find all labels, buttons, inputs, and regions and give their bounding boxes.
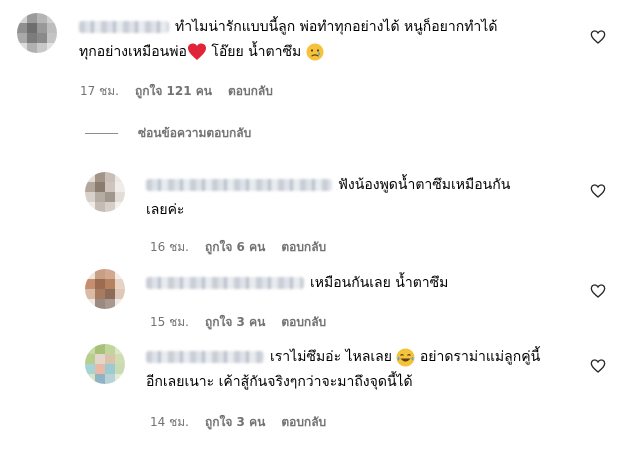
username-blurred[interactable] xyxy=(146,277,304,289)
comment-line: เราไม่ซึมอ่ะ ไหลเลย xyxy=(270,349,392,365)
avatar[interactable] xyxy=(85,344,125,384)
comment-line: อย่าดราม่าแม่ลูกคู่นี้ xyxy=(415,349,541,365)
username-blurred[interactable] xyxy=(146,351,264,363)
timestamp[interactable]: 17 ชม. xyxy=(80,82,119,101)
reply-button[interactable]: ตอบกลับ xyxy=(281,313,326,332)
likes-count[interactable]: ถูกใจ 3 คน xyxy=(205,413,265,432)
comment-line: โอ๊ยย น้ำตาซึม xyxy=(206,44,302,60)
comment-meta: 14 ชม. ถูกใจ 3 คน ตอบกลับ xyxy=(150,413,326,432)
timestamp[interactable]: 15 ชม. xyxy=(150,313,189,332)
comment-meta: 16 ชม. ถูกใจ 6 คน ตอบกลับ xyxy=(150,238,326,257)
sad-face-emoji xyxy=(306,43,324,61)
red-heart-emoji xyxy=(187,43,206,60)
comment-meta: 17 ชม. ถูกใจ 121 คน ตอบกลับ xyxy=(80,82,273,101)
heart-outline-icon[interactable] xyxy=(590,358,606,374)
likes-count[interactable]: ถูกใจ 121 คน xyxy=(135,82,212,101)
comment-line: ฟังน้องพูดน้ำตาซึมเหมือนกัน xyxy=(338,177,511,193)
avatar[interactable] xyxy=(17,13,57,53)
comment-line: เลยค่ะ xyxy=(146,202,185,218)
likes-count[interactable]: ถูกใจ 6 คน xyxy=(205,238,265,257)
timestamp[interactable]: 14 ชม. xyxy=(150,413,189,432)
comment-line: ทุกอย่างเหมือนพ่อ xyxy=(79,44,187,60)
heart-outline-icon[interactable] xyxy=(590,183,606,199)
comment-text: ฟังน้องพูดน้ำตาซึมเหมือนกัน เลยค่ะ xyxy=(146,173,576,223)
timestamp[interactable]: 16 ชม. xyxy=(150,238,189,257)
comment-line: ทำไมน่ารักแบบนี้ลูก พ่อทำทุกอย่างได้ หนู… xyxy=(175,19,498,35)
username-blurred[interactable] xyxy=(146,179,332,191)
replies-divider xyxy=(85,133,118,134)
heart-outline-icon[interactable] xyxy=(590,29,606,45)
comment-line: อีกเลยเนาะ เค้าสู้กันจริงๆกว่าจะมาถึงจุด… xyxy=(146,374,413,390)
username-blurred[interactable] xyxy=(79,21,169,33)
comment-meta: 15 ชม. ถูกใจ 3 คน ตอบกลับ xyxy=(150,313,326,332)
avatar[interactable] xyxy=(85,269,125,309)
comment-text: ทำไมน่ารักแบบนี้ลูก พ่อทำทุกอย่างได้ หนู… xyxy=(79,15,589,65)
comment-line: เหมือนกันเลย น้ำตาซึม xyxy=(310,275,449,291)
tears-of-joy-emoji xyxy=(396,348,415,366)
avatar[interactable] xyxy=(85,172,125,212)
heart-outline-icon[interactable] xyxy=(590,283,606,299)
comment-text: เหมือนกันเลย น้ำตาซึม xyxy=(146,271,576,296)
reply-button[interactable]: ตอบกลับ xyxy=(281,238,326,257)
reply-button[interactable]: ตอบกลับ xyxy=(228,82,273,101)
hide-replies-button[interactable]: ซ่อนข้อความตอบกลับ xyxy=(138,124,251,143)
likes-count[interactable]: ถูกใจ 3 คน xyxy=(205,313,265,332)
comment-text: เราไม่ซึมอ่ะ ไหลเลย อย่าดราม่าแม่ลูกคู่น… xyxy=(146,345,586,395)
reply-button[interactable]: ตอบกลับ xyxy=(281,413,326,432)
